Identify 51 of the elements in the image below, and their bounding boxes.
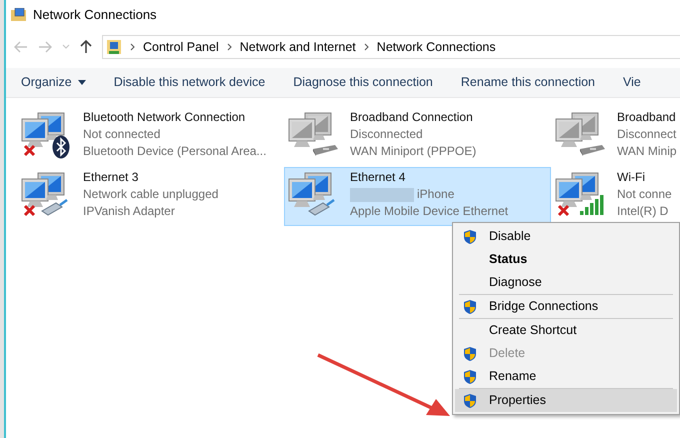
chevron-right-icon [130, 43, 135, 51]
device-name: WAN Minip [617, 143, 677, 160]
toolbar-button[interactable]: Diagnose this connection [293, 73, 433, 92]
device-name: WAN Miniport (PPPOE) [350, 143, 476, 160]
menu-item[interactable]: Properties [455, 389, 677, 412]
connection-item[interactable]: Broadband Disconnect WAN Minip [551, 107, 680, 166]
back-arrow-icon[interactable] [14, 41, 28, 53]
connection-item[interactable]: Bluetooth Network Connection Not connected Bluetooth Device (Personal Area... [17, 107, 284, 166]
connection-name: Broadband Connection [350, 109, 474, 126]
connection-name: Ethernet 4 [350, 169, 406, 186]
address-bar[interactable]: Control Panel Network and Internet Network Connections [102, 35, 680, 59]
selected-connection-item[interactable]: Ethernet 4 iPhone Apple Mobile Device Ethernet [284, 167, 551, 226]
connection-item[interactable]: Ethernet 3 Network cable unplugged IPVanish Adapter [17, 167, 284, 226]
toolbar-button[interactable]: Disable this network device [114, 73, 266, 92]
connection-status: Not connected [83, 126, 160, 143]
chevron-right-icon [226, 43, 232, 51]
connection-name: Bluetooth Network Connection [83, 109, 246, 126]
chevron-down-icon[interactable] [62, 44, 70, 50]
connection-status: Disconnected [350, 126, 423, 143]
menu-item[interactable]: Status [455, 248, 677, 271]
breadcrumb-item[interactable]: Network Connections [376, 38, 496, 56]
toolbar-button[interactable]: Vie [623, 73, 641, 92]
connection-name: Ethernet 3 [83, 169, 140, 186]
device-name: Bluetooth Device (Personal Area... [83, 143, 266, 160]
breadcrumb-item[interactable]: Network and Internet [240, 38, 356, 56]
toolbar-button[interactable]: Rename this connection [460, 73, 595, 92]
device-name: Intel(R) D [617, 203, 670, 220]
connection-status: iPhone [417, 186, 454, 203]
window-title: Network Connections [33, 6, 157, 24]
forward-arrow-icon[interactable] [38, 41, 52, 53]
menu-item[interactable]: Diagnose [455, 271, 677, 294]
device-name: Apple Mobile Device Ethernet [350, 203, 508, 220]
caret-icon [78, 80, 86, 85]
connection-status: Not conne [617, 186, 672, 203]
menu-item[interactable]: Disable [455, 225, 677, 248]
breadcrumb-item[interactable]: Control Panel [143, 38, 219, 56]
connection-item[interactable]: Broadband Connection Disconnected WAN Miniport (PPPOE) [284, 107, 551, 166]
network-folder-icon [11, 8, 27, 22]
toolbar-button[interactable]: Organize [21, 73, 86, 92]
connection-status: Network cable unplugged [83, 186, 218, 203]
up-arrow-icon[interactable] [80, 40, 92, 54]
connection-status: Disconnect [617, 126, 676, 143]
menu-item[interactable]: Rename [455, 365, 677, 388]
chevron-right-icon [364, 43, 369, 51]
connection-name: Broadband [617, 109, 677, 126]
connection-name: Wi-Fi [617, 169, 646, 186]
device-name: IPVanish Adapter [83, 203, 176, 220]
menu-item[interactable]: Bridge Connections [455, 295, 677, 318]
control-panel-icon [106, 39, 122, 55]
menu-item[interactable]: Create Shortcut [455, 319, 677, 342]
connection-item[interactable]: Wi-Fi Not conne Intel(R) D [551, 167, 680, 226]
